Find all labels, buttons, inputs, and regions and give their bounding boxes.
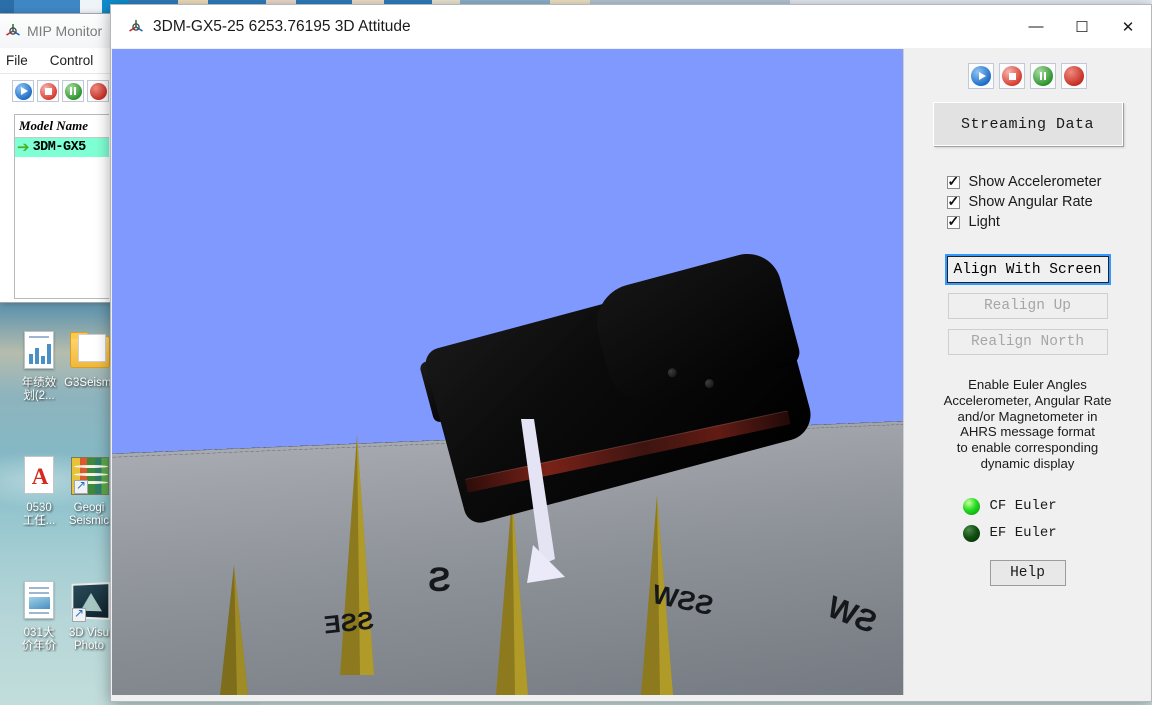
mip-record-button[interactable] (87, 80, 109, 102)
ef-euler-led-icon (962, 524, 980, 542)
control-panel: Streaming Data Show Accelerometer Show A… (904, 49, 1151, 695)
checkbox-light[interactable]: Light (946, 213, 1123, 230)
cf-euler-led-icon (962, 497, 980, 515)
menu-item-control[interactable]: Control (50, 53, 94, 68)
stream-record-button[interactable] (1061, 63, 1087, 89)
row-selector-arrow-icon: ➔ (17, 139, 30, 156)
grid-cell-model-name: 3DM-GX5 (32, 140, 87, 155)
geogiga-app-icon (66, 455, 112, 499)
stream-play-button[interactable] (968, 63, 994, 89)
cf-euler-label: CF Euler (989, 498, 1057, 515)
hint-line: and/or Magnetometer in (957, 408, 1098, 424)
ribbon-segment (14, 0, 80, 13)
hint-line: dynamic display (980, 455, 1075, 471)
help-button[interactable]: Help (989, 559, 1066, 586)
euler-angles-hint: Enable Euler Angles Accelerometer, Angul… (928, 377, 1128, 472)
mip-monitor-titlebar[interactable]: MIP Monitor (0, 14, 117, 48)
photo-viewer-icon (66, 580, 112, 624)
checkbox-label: Show Accelerometer (968, 174, 1102, 190)
checkbox-show-accelerometer[interactable]: Show Accelerometer (946, 173, 1123, 190)
hint-line: AHRS message format (960, 424, 1095, 440)
ribbon-segment (0, 0, 14, 13)
checkbox-show-angular-rate[interactable]: Show Angular Rate (946, 193, 1123, 210)
axis-tripod-icon (4, 22, 22, 40)
mip-monitor-toolbar[interactable] (0, 74, 117, 108)
attitude-body: SSE S SSW SW WSW (111, 49, 1151, 695)
display-options-group: Show Accelerometer Show Angular Rate Lig… (946, 173, 1123, 234)
attitude-window-title: 3DM-GX5-25 6253.76195 3D Attitude (153, 17, 411, 35)
folder-icon (66, 330, 112, 374)
stream-stop-button[interactable] (999, 63, 1025, 89)
led-row-cf-euler: CF Euler (962, 497, 1093, 515)
compass-label-sse: SSE (322, 606, 376, 640)
streaming-data-status: Streaming Data (932, 102, 1123, 146)
checkbox-label: Light (968, 214, 1000, 230)
mip-monitor-window[interactable]: MIP Monitor File Control Model Name ➔ 3D… (0, 13, 118, 303)
checkbox-box[interactable] (946, 173, 960, 189)
menu-item-file[interactable]: File (6, 53, 28, 68)
mip-monitor-menubar[interactable]: File Control (0, 48, 117, 74)
ribbon-segment (80, 0, 102, 13)
ef-euler-label: EF Euler (989, 525, 1057, 542)
attitude-titlebar[interactable]: 3DM-GX5-25 6253.76195 3D Attitude — ☐ ✕ (111, 5, 1151, 49)
align-with-screen-button[interactable]: Align With Screen (944, 254, 1111, 285)
mip-stop-button[interactable] (37, 80, 59, 102)
axis-tripod-icon (127, 18, 145, 36)
mip-play-button[interactable] (12, 80, 34, 102)
realign-up-button: Realign Up (947, 293, 1108, 319)
maximize-button[interactable]: ☐ (1059, 5, 1105, 49)
attitude-vector-arrow (507, 419, 587, 609)
led-row-ef-euler: EF Euler (962, 524, 1093, 542)
hint-line: to enable corresponding (956, 440, 1099, 456)
desktop-icon-label2: 划(2... (23, 389, 55, 402)
panel-toolbar[interactable] (968, 63, 1087, 89)
realign-north-button: Realign North (947, 329, 1108, 355)
grid-header-model-name: Model Name (15, 115, 109, 138)
minimize-button[interactable]: — (1013, 5, 1059, 49)
checkbox-box[interactable] (946, 193, 960, 209)
hint-line: Enable Euler Angles (968, 377, 1087, 392)
compass-label-s: S (428, 561, 451, 599)
mip-pause-button[interactable] (62, 80, 84, 102)
grid-row-selected[interactable]: ➔ 3DM-GX5 (15, 138, 109, 157)
checkbox-label: Show Angular Rate (968, 194, 1093, 210)
stream-pause-button[interactable] (1030, 63, 1056, 89)
euler-status-leds: CF Euler EF Euler (962, 497, 1093, 552)
hint-line: Accelerometer, Angular Rate (943, 392, 1112, 408)
attitude-window[interactable]: 3DM-GX5-25 6253.76195 3D Attitude — ☐ ✕ (110, 4, 1152, 702)
window-controls: — ☐ ✕ (1013, 5, 1151, 49)
checkbox-box[interactable] (946, 213, 960, 229)
close-button[interactable]: ✕ (1105, 5, 1151, 49)
mip-model-grid[interactable]: Model Name ➔ 3DM-GX5 (14, 114, 109, 299)
mip-monitor-title: MIP Monitor (27, 23, 103, 39)
3d-viewport[interactable]: SSE S SSW SW WSW (112, 49, 904, 695)
window-bottom-edge (111, 695, 1151, 701)
